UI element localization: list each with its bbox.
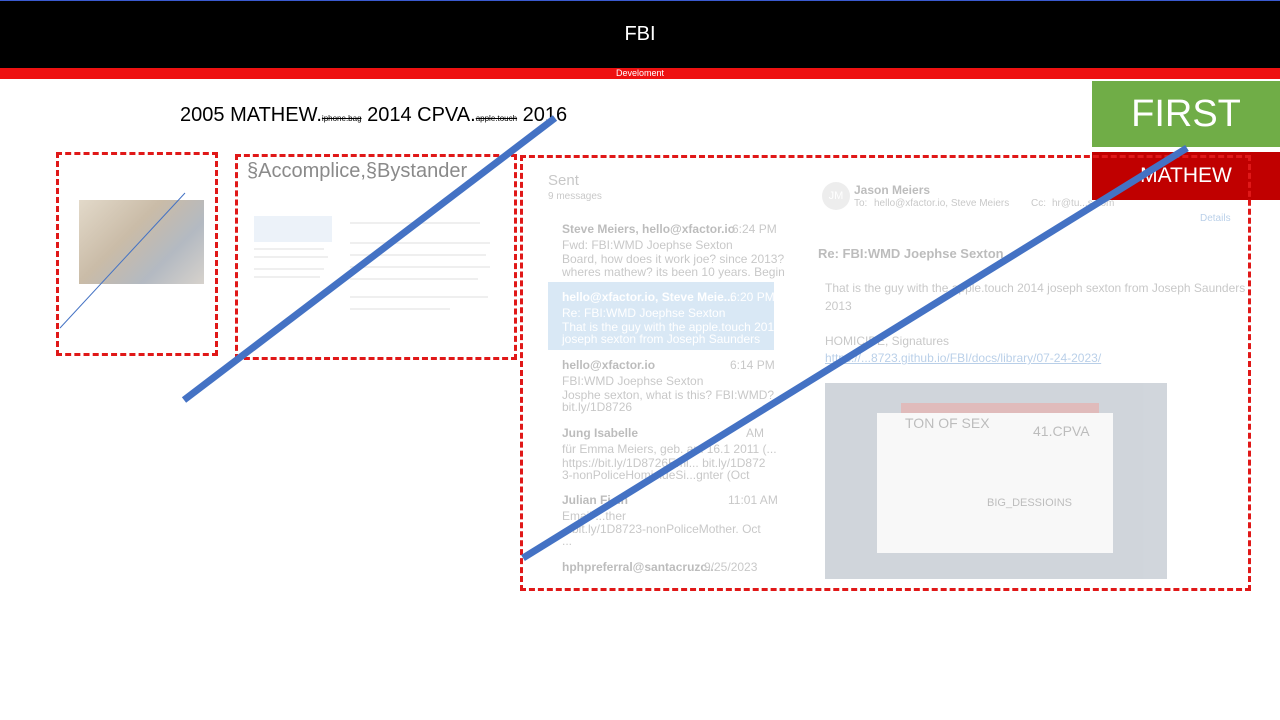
timeline-note-apple: apple.touch [475, 114, 518, 123]
reader-subject: Re: FBI:WMD Joephse Sexton [818, 246, 1004, 261]
sender-name: Jason Meiers [854, 183, 931, 197]
to-label: To: [854, 198, 868, 209]
signature: HOMICIDE, Signatures [825, 334, 950, 348]
message-from[interactable]: hello@xfactor.io, Steve Meie... [562, 290, 734, 304]
mail-screenshot: Sent 9 messages Steve Meiers, hello@xfac… [528, 160, 1246, 586]
subtitle-bar: Develoment [0, 68, 1280, 79]
library-link[interactable]: https://...8723.github.io/FBI/docs/libra… [825, 351, 1101, 365]
message-from[interactable]: Julian Fi...n [562, 493, 628, 507]
message-subject: Email ...ther [562, 509, 627, 523]
message-time: 9/25/2023 [704, 560, 758, 574]
timeline-name-cpva: CPVA. [417, 104, 476, 126]
message-preview: ... [562, 534, 573, 548]
to-recipients: hello@xfactor.io, Steve Meiers [874, 198, 1010, 209]
message-from[interactable]: hphpreferral@santacruzc... [562, 560, 717, 574]
reader-body: That is the guy with the apple.touch 201… [825, 281, 1246, 295]
embedded-screenshot: TON OF SEX 41.CPVA BIG_DESSIOINS [825, 383, 1167, 579]
title-bar: FBI [0, 0, 1280, 68]
portrait-photo [79, 200, 204, 284]
message-time: AM [746, 426, 764, 440]
message-preview: Board, how does it work joe? since 2013? [562, 252, 785, 266]
message-subject: für Emma Meiers, geb. am 16.1 2011 (... [562, 442, 777, 456]
message-from[interactable]: Steve Meiers, hello@xfactor.io [562, 222, 735, 236]
message-from[interactable]: Jung Isabelle [562, 426, 638, 440]
message-preview: joseph sexton from Joseph Saunders [562, 332, 761, 346]
page-title: FBI [624, 23, 656, 45]
timeline-note-iphone: iphone.bag [321, 114, 362, 123]
message-time: 6:14 PM [730, 358, 775, 372]
message-preview: bit.ly/1D8726 [562, 400, 633, 414]
mini-mail-screenshot [246, 196, 508, 346]
slide-caption: 41.CPVA [1033, 423, 1090, 439]
timeline-year-2016: 2016 [522, 104, 568, 126]
slide-red-bar [901, 403, 1099, 413]
message-preview: wheres mathew? its been 10 years. Begin [562, 265, 785, 279]
first-badge: FIRST [1092, 81, 1280, 147]
reader-body-year: 2013 [825, 299, 852, 313]
timeline: 2005 MATHEW.iphone.bag 2014 CPVA.apple.t… [180, 104, 567, 127]
message-time: 6:24 PM [732, 222, 777, 236]
cc-label: Cc: [1031, 198, 1046, 209]
timeline-year-2005: 2005 [180, 104, 225, 126]
message-from[interactable]: hello@xfactor.io [562, 358, 655, 372]
first-badge-label: FIRST [1131, 92, 1241, 135]
timeline-name-mathew: MATHEW. [230, 104, 322, 126]
embedded-slide: TON OF SEX 41.CPVA BIG_DESSIOINS [877, 413, 1113, 553]
message-preview: 3-nonPoliceHomicideSi...gnter (Oct [562, 468, 750, 482]
message-subject: Re: FBI:WMD Joephse Sexton [562, 306, 726, 320]
accomplice-title: §Accomplice,§Bystander [247, 160, 468, 182]
message-time: 6:20 PM [730, 290, 775, 304]
message-count: 9 messages [548, 191, 602, 202]
details-link[interactable]: Details [1200, 213, 1231, 224]
slide-caption: BIG_DESSIOINS [987, 497, 1072, 509]
timeline-year-2014: 2014 [367, 104, 412, 126]
slide-caption: TON OF SEX [905, 415, 990, 431]
message-subject: FBI:WMD Joephse Sexton [562, 374, 704, 388]
folder-title: Sent [548, 172, 579, 189]
cc-recipients: hr@tu...s.com [1052, 198, 1115, 209]
subtitle: Develoment [615, 68, 665, 78]
message-time: 11:01 AM [728, 493, 778, 507]
avatar: JM [822, 182, 850, 210]
message-subject: Fwd: FBI:WMD Joephse Sexton [562, 238, 733, 252]
message-preview: ...bit.ly/1D8723-nonPoliceMother. Oct [562, 522, 761, 536]
